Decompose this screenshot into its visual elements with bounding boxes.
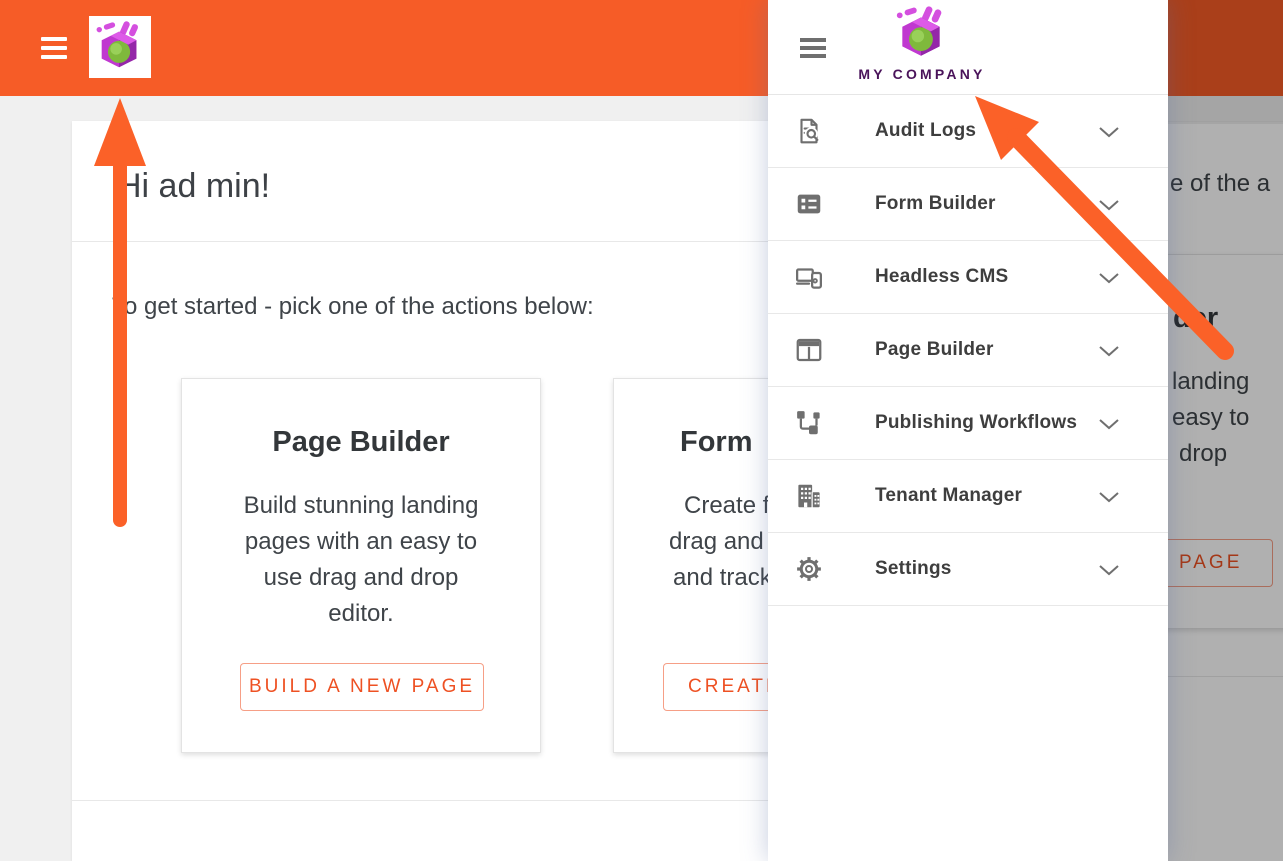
building-icon [794,481,824,511]
screen: Hi ad min! To get started - pick one of … [0,0,1283,861]
sidebar-item-audit-logs[interactable]: Audit Logs [768,95,1168,168]
file-search-icon [794,116,824,146]
intro-text: To get started - pick one of the actions… [112,293,594,321]
sidebar-item-page-builder[interactable]: Page Builder [768,314,1168,387]
sidebar-item-label: Settings [875,558,952,580]
card-description-line: Build stunning landing [182,492,540,520]
sidebar-item-label: Page Builder [875,339,994,361]
card-description-fragment: and track [673,564,772,592]
sidebar-item-label: Publishing Workflows [875,412,1077,434]
company-name: MY COMPANY [768,66,1076,82]
card-description-fragment: drag and d [669,528,784,556]
gear-icon [794,554,824,584]
devices-icon [794,262,824,292]
sidebar-item-tenant-manager[interactable]: Tenant Manager [768,460,1168,533]
card-description-line: pages with an easy to [182,528,540,556]
chevron-down-icon[interactable] [1098,417,1120,429]
sidebar-item-publishing-workflows[interactable]: Publishing Workflows [768,387,1168,460]
card-description-line: use drag and drop [182,564,540,592]
table-layout-icon [794,335,824,365]
workflow-icon [794,408,824,438]
company-logo-icon [93,20,147,74]
hamburger-menu-button[interactable] [41,37,67,59]
chevron-down-icon[interactable] [1098,125,1120,137]
dimmed-backdrop-region: e of the a der landing easy to drop PAGE [1168,0,1283,861]
drawer-logo[interactable]: MY COMPANY [768,0,1076,82]
navigation-drawer: MY COMPANY Audit Logs [768,0,1168,861]
page-builder-card: Page Builder Build stunning landing page… [181,378,541,753]
card-description-fragment: Create f [684,492,769,520]
chevron-down-icon[interactable] [1098,563,1120,575]
modal-backdrop[interactable] [1168,0,1283,861]
sidebar-item-label: Tenant Manager [875,485,1022,507]
app-logo[interactable] [89,16,151,78]
ballot-icon [794,189,824,219]
sidebar-item-form-builder[interactable]: Form Builder [768,168,1168,241]
chevron-down-icon[interactable] [1098,198,1120,210]
card-title: Page Builder [182,426,540,459]
drawer-menu: Audit Logs Form Builder [768,95,1168,606]
card-description-line: editor. [182,600,540,628]
build-new-page-button[interactable]: BUILD A NEW PAGE [240,663,484,711]
greeting-heading: Hi ad min! [117,167,270,206]
chevron-down-icon[interactable] [1098,344,1120,356]
chevron-down-icon[interactable] [1098,271,1120,283]
sidebar-item-label: Form Builder [875,193,996,215]
drawer-header: MY COMPANY [768,0,1168,95]
card-title-fragment: Form [680,426,753,459]
sidebar-item-label: Headless CMS [875,266,1008,288]
sidebar-item-headless-cms[interactable]: Headless CMS [768,241,1168,314]
chevron-down-icon[interactable] [1098,490,1120,502]
sidebar-item-label: Audit Logs [875,120,976,142]
company-logo-icon [893,5,951,63]
sidebar-item-settings[interactable]: Settings [768,533,1168,606]
